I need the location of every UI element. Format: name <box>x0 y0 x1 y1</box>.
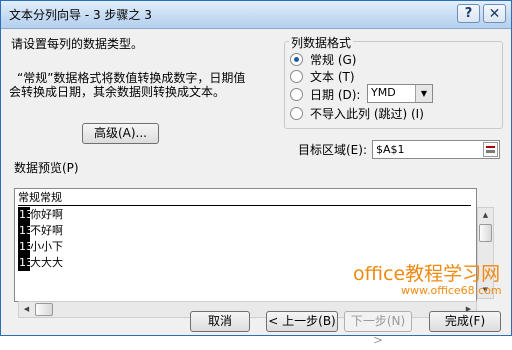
title-bar: 文本分列向导 - 3 步骤之 3 ? ✕ <box>1 1 511 29</box>
finish-button[interactable]: 完成(F) <box>429 311 501 332</box>
radio-text-label[interactable]: 文本 (T) <box>310 68 355 85</box>
preview-cell: 你好啊 <box>30 208 63 221</box>
preview-header-col1: 常规 <box>18 191 40 204</box>
date-format-select[interactable]: YMD ▼ <box>367 84 433 103</box>
text-to-columns-wizard-dialog: 文本分列向导 - 3 步骤之 3 ? ✕ 请设置每列的数据类型。 “常规”数据格… <box>0 0 512 347</box>
preview-header: 常规常规 <box>18 191 62 205</box>
chevron-down-icon[interactable]: ▼ <box>415 85 432 102</box>
next-button[interactable]: 下一步(N) > <box>344 311 412 347</box>
horizontal-scroll-thumb[interactable] <box>35 303 53 316</box>
scroll-up-arrow-icon[interactable]: ▲ <box>478 208 493 223</box>
radio-date[interactable] <box>290 88 303 101</box>
preview-row: 137 小小下 <box>18 239 471 255</box>
preview-row: 135 你好啊 <box>18 207 471 223</box>
radio-date-label[interactable]: 日期 (D): <box>310 86 360 103</box>
preview-cell-selected: 135 <box>18 207 30 223</box>
help-button[interactable]: ? <box>457 4 480 23</box>
scroll-left-arrow-icon[interactable]: ◀ <box>19 302 34 317</box>
preview-cell: 小小下 <box>30 240 63 253</box>
preview-cell: 大大大 <box>30 256 63 269</box>
preview-cell-selected: 136 <box>18 223 30 239</box>
preview-cell-selected: 138 <box>18 255 30 271</box>
radio-general-label[interactable]: 常规 (G) <box>310 51 356 68</box>
help-icon: ? <box>464 6 473 21</box>
preview-header-col2: 常规 <box>40 191 62 204</box>
destination-input[interactable]: $A$1 <box>372 140 500 159</box>
preview-cell: 不好啊 <box>30 224 63 237</box>
cancel-button[interactable]: 取消 <box>190 311 250 332</box>
radio-skip-label[interactable]: 不导入此列 (跳过) (I) <box>310 105 424 122</box>
data-preview-label: 数据预览(P) <box>14 161 79 175</box>
watermark-url: www.office68.com <box>401 284 502 297</box>
back-button[interactable]: < 上一步(B) <box>266 311 338 332</box>
date-format-value: YMD <box>371 86 396 99</box>
vertical-scroll-thumb[interactable] <box>479 224 492 242</box>
destination-label: 目标区域(E): <box>298 143 367 157</box>
preview-cell-selected: 137 <box>18 239 30 255</box>
preview-row: 136 不好啊 <box>18 223 471 239</box>
range-select-icon[interactable] <box>483 142 498 157</box>
column-format-title: 列数据格式 <box>289 34 354 51</box>
description-text-line2: 会转换成日期，其余数据则转换成文本。 <box>9 85 226 99</box>
watermark-text: office教程学习网 <box>353 263 501 285</box>
close-button[interactable]: ✕ <box>483 4 506 23</box>
radio-general[interactable] <box>290 53 303 66</box>
radio-skip-column[interactable] <box>290 107 303 120</box>
advanced-button[interactable]: 高级(A)... <box>82 123 159 144</box>
preview-header-divider <box>18 205 471 206</box>
radio-text[interactable] <box>290 70 303 83</box>
destination-value: $A$1 <box>376 143 405 156</box>
instruction-text: 请设置每列的数据类型。 <box>11 37 144 51</box>
close-icon: ✕ <box>488 6 501 22</box>
dialog-title: 文本分列向导 - 3 步骤之 3 <box>9 8 152 22</box>
